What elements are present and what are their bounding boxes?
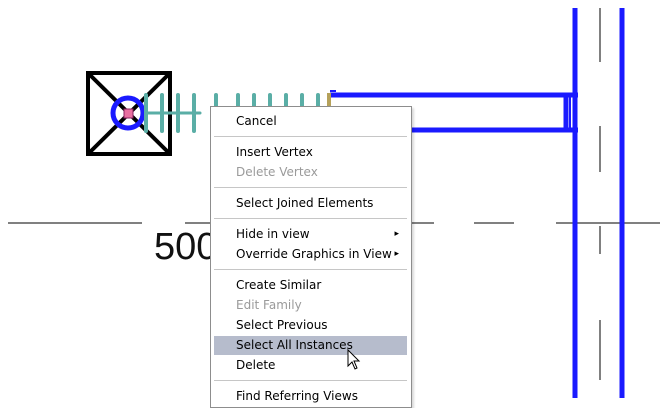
menu-item-create-similar[interactable]: Create Similar (214, 276, 407, 295)
menu-item-select-previous[interactable]: Select Previous (214, 316, 407, 335)
context-menu: Cancel Insert Vertex Delete Vertex Selec… (210, 106, 412, 408)
menu-separator (214, 136, 407, 137)
menu-item-find-referring-views[interactable]: Find Referring Views (214, 387, 407, 406)
wall-structure (572, 8, 625, 398)
menu-item-select-joined-elements[interactable]: Select Joined Elements (214, 194, 407, 213)
dimension-text[interactable]: 500 (154, 228, 217, 266)
menu-item-label: Hide in view (236, 227, 310, 241)
menu-separator (214, 269, 407, 270)
menu-separator (214, 218, 407, 219)
submenu-arrow-icon: ▸ (394, 229, 399, 239)
menu-separator (214, 187, 407, 188)
menu-item-edit-family[interactable]: Edit Family (214, 296, 407, 315)
pipe-end[interactable] (110, 95, 146, 131)
menu-separator (214, 380, 407, 381)
menu-item-hide-in-view[interactable]: Hide in view ▸ (214, 225, 407, 244)
menu-item-cancel[interactable]: Cancel (214, 112, 407, 131)
submenu-arrow-icon: ▸ (394, 249, 399, 259)
menu-item-insert-vertex[interactable]: Insert Vertex (214, 143, 407, 162)
menu-item-override-graphics[interactable]: Override Graphics in View ▸ (214, 245, 407, 264)
menu-item-delete-vertex[interactable]: Delete Vertex (214, 163, 407, 182)
menu-item-label: Override Graphics in View (236, 247, 392, 261)
menu-item-delete[interactable]: Delete (214, 356, 407, 375)
menu-item-select-all-instances[interactable]: Select All Instances (214, 336, 407, 355)
arrow-pointer-icon (347, 349, 361, 370)
